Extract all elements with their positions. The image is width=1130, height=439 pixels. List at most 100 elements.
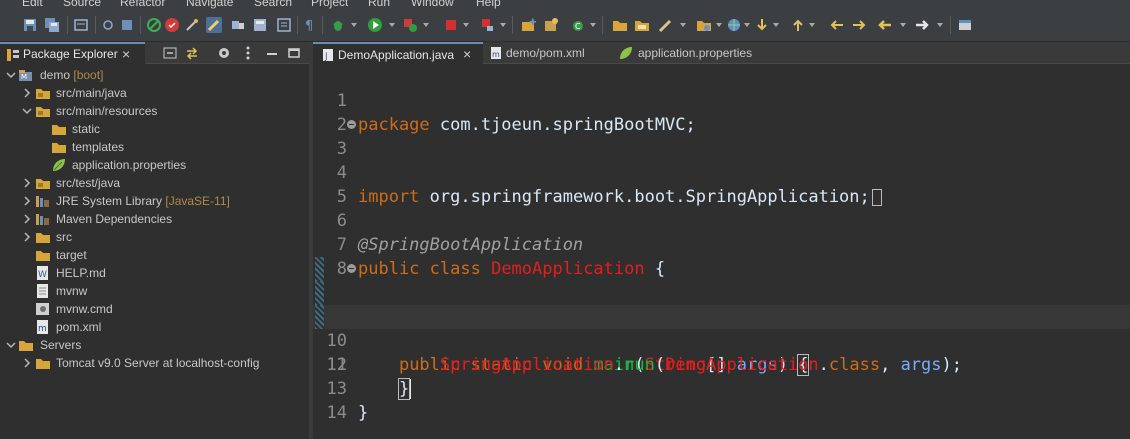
tab-label: DemoApplication.java [338, 48, 455, 62]
collapse-all-icon[interactable] [162, 45, 178, 61]
tree-item-label: templates [72, 140, 125, 154]
file-icon [35, 283, 51, 299]
tab-application-properties[interactable]: application.properties [619, 42, 769, 64]
menu-search[interactable]: Search [254, 0, 292, 9]
tree-item-src-test-java[interactable]: src/test/java [0, 174, 309, 192]
markdown-file-icon: W [35, 265, 51, 281]
tree-item-jre-system-library[interactable]: JRE System Library [JavaSE-11] [0, 192, 309, 210]
chevron-down-icon[interactable] [6, 69, 16, 79]
tree-item-static[interactable]: static [0, 120, 309, 138]
skip-breakpoints-icon[interactable] [146, 17, 162, 33]
new-java-project-icon[interactable]: ✚ [521, 17, 537, 33]
chevron-down-icon[interactable] [22, 105, 32, 115]
chevron-right-icon[interactable] [22, 195, 32, 206]
tree-item-demo[interactable]: M demo [boot] [0, 66, 309, 84]
code-line: 5 [313, 161, 1130, 207]
tree-item-target[interactable]: target [0, 246, 309, 264]
menu-project[interactable]: Project [311, 0, 348, 9]
toggle-mark-icon[interactable] [101, 17, 117, 33]
menu-refactor[interactable]: Refactor [120, 0, 165, 9]
view-menu-icon[interactable] [240, 45, 256, 61]
code-line: 2 [313, 89, 1130, 135]
block-select-icon[interactable] [276, 17, 292, 33]
save-icon[interactable] [22, 17, 38, 33]
code-area[interactable]: 1 package com.tjoeun.springBootMVC; 2 3 … [313, 65, 1130, 439]
menu-run[interactable]: Run [368, 0, 390, 9]
link-with-editor-icon[interactable] [184, 45, 200, 61]
tree-item-label: src/main/resources [56, 104, 158, 118]
breakpoint-icon[interactable] [119, 17, 135, 33]
maven-file-icon: m [489, 46, 503, 60]
edit-pen-icon[interactable] [658, 17, 674, 33]
package-explorer-panel: Package Explorer × M demo [boot] src/mai… [0, 42, 309, 439]
tree-item-mvnw-cmd[interactable]: mvnw.cmd [0, 300, 309, 318]
stop-icon[interactable] [443, 17, 459, 33]
last-edit-icon[interactable] [829, 17, 845, 33]
tree-item-servers[interactable]: Servers [0, 336, 309, 354]
tree-item-tomcat-server[interactable]: Tomcat v9.0 Server at localhost-config [0, 354, 309, 372]
folder-icon [51, 139, 67, 155]
menu-edit[interactable]: Edit [22, 0, 43, 9]
tab-demo-application-java[interactable]: J DemoApplication.java × [313, 42, 483, 64]
tree-item-src-main-java[interactable]: src/main/java [0, 84, 309, 102]
open-folder-alt-icon[interactable] [634, 17, 650, 33]
open-resource-icon[interactable] [696, 17, 712, 33]
tree-item-templates[interactable]: templates [0, 138, 309, 156]
new-class-icon[interactable]: C [571, 17, 587, 33]
run-icon[interactable] [367, 17, 383, 33]
folder-icon [51, 121, 67, 137]
code-line: 13 } [326, 379, 369, 423]
run-external-icon[interactable] [402, 17, 418, 33]
next-annotation-icon[interactable] [754, 17, 770, 33]
maximize-icon[interactable] [286, 45, 302, 61]
highlight-icon[interactable] [206, 17, 222, 33]
back-icon[interactable] [877, 17, 893, 33]
menu-help[interactable]: Help [476, 0, 501, 9]
svg-text:m: m [38, 324, 47, 334]
chevron-down-icon[interactable] [6, 339, 16, 349]
package-explorer-tabbar: Package Explorer × [0, 42, 309, 64]
tool-icon[interactable] [184, 17, 200, 33]
close-icon[interactable]: × [122, 46, 130, 62]
tab-package-explorer[interactable]: Package Explorer × [0, 42, 145, 64]
chevron-right-icon[interactable] [22, 231, 32, 242]
chevron-right-icon[interactable] [22, 357, 32, 368]
tree-item-label: src [56, 230, 72, 244]
menu-window[interactable]: Window [411, 0, 454, 9]
prev-annotation-icon[interactable] [790, 17, 806, 33]
relaunch-icon[interactable] [479, 17, 495, 33]
pilcrow-icon[interactable]: ¶ [301, 17, 317, 34]
focus-icon[interactable] [216, 45, 232, 61]
tab-demo-pom-xml[interactable]: m demo/pom.xml [489, 42, 609, 64]
menu-source[interactable]: Source [63, 0, 101, 9]
tree-item-help-md[interactable]: W HELP.md [0, 264, 309, 282]
tree-item-pom-xml[interactable]: m pom.xml [0, 318, 309, 336]
menu-navigate[interactable]: Navigate [186, 0, 233, 9]
chevron-right-icon[interactable] [22, 87, 32, 98]
globe-icon[interactable] [726, 17, 742, 33]
tree-item-application-properties[interactable]: application.properties [0, 156, 309, 174]
main-toolbar: ¶ ✚ C [0, 9, 1130, 42]
minimize-icon[interactable] [264, 45, 280, 61]
spring-leaf-icon [51, 157, 67, 173]
show-whitespace-icon[interactable] [230, 17, 246, 33]
chevron-right-icon[interactable] [22, 177, 32, 188]
tree-item-mvnw[interactable]: mvnw [0, 282, 309, 300]
fold-icon[interactable] [347, 264, 356, 273]
back-alt-icon[interactable] [851, 17, 867, 33]
new-package-icon[interactable] [543, 17, 559, 33]
debug-icon[interactable] [330, 17, 346, 33]
open-task-icon[interactable] [73, 17, 89, 33]
forward-icon[interactable] [914, 17, 930, 33]
open-folder-icon[interactable] [612, 17, 628, 33]
save-all-icon[interactable] [44, 17, 60, 33]
tree-item-src[interactable]: src [0, 228, 309, 246]
fold-icon[interactable] [347, 120, 356, 129]
tree-item-src-main-resources[interactable]: src/main/resources [0, 102, 309, 120]
close-icon[interactable]: × [463, 46, 471, 62]
mark-icon[interactable] [252, 17, 268, 33]
spring-boot-icon[interactable] [164, 17, 180, 33]
tree-item-maven-dependencies[interactable]: Maven Dependencies [0, 210, 309, 228]
perspective-icon[interactable] [957, 17, 973, 33]
chevron-right-icon[interactable] [22, 213, 32, 224]
